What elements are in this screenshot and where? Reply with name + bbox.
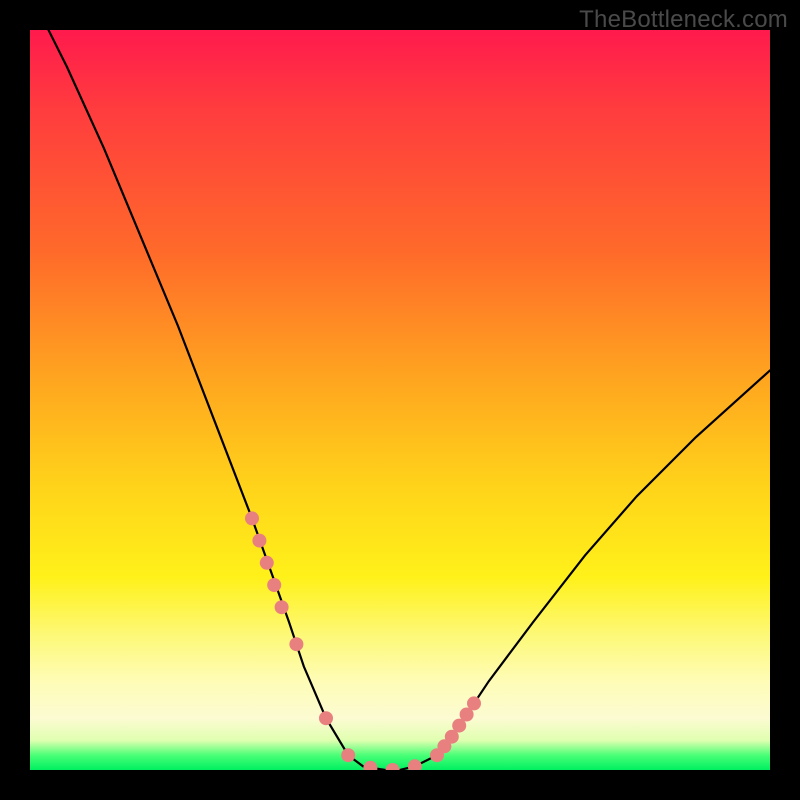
plot-area bbox=[30, 30, 770, 770]
data-point bbox=[289, 637, 303, 651]
data-point bbox=[267, 578, 281, 592]
bottleneck-curve bbox=[30, 30, 770, 770]
data-point bbox=[363, 761, 377, 770]
curve-layer bbox=[30, 30, 770, 770]
data-point bbox=[319, 711, 333, 725]
data-point bbox=[275, 600, 289, 614]
data-point bbox=[467, 696, 481, 710]
data-point-markers bbox=[245, 511, 481, 770]
data-point bbox=[245, 511, 259, 525]
data-point bbox=[408, 759, 422, 770]
data-point bbox=[341, 748, 355, 762]
watermark-text: TheBottleneck.com bbox=[579, 6, 788, 34]
data-point bbox=[260, 556, 274, 570]
chart-container: TheBottleneck.com bbox=[0, 0, 800, 800]
data-point bbox=[386, 763, 400, 770]
data-point bbox=[252, 534, 266, 548]
